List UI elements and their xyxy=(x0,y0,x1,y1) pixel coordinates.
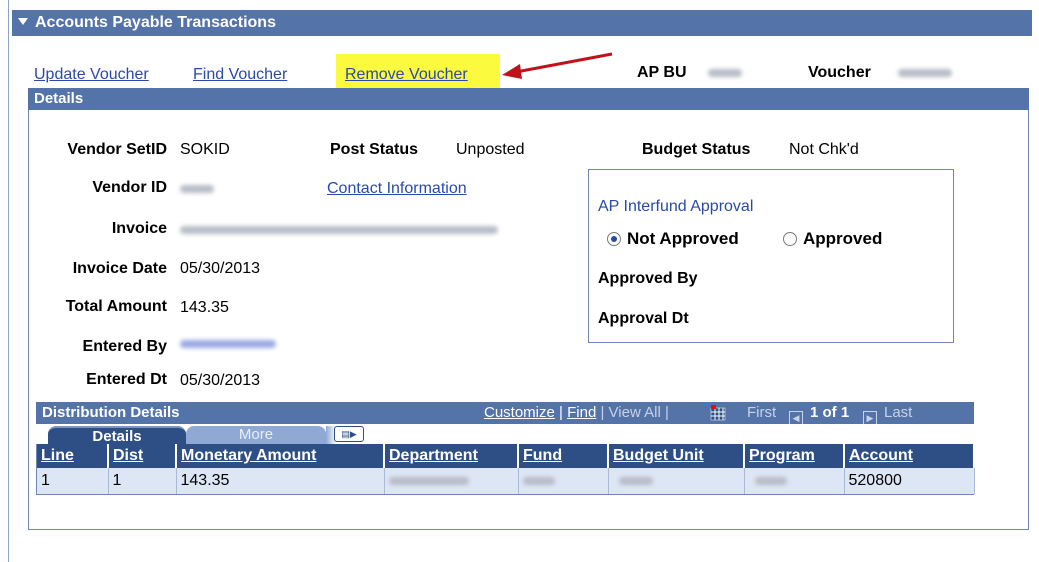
grid-actions: Customize | Find | View All | xyxy=(484,404,669,421)
col-program[interactable]: Program xyxy=(744,444,845,468)
vendor-setid-label: Vendor SetID xyxy=(67,141,167,158)
entered-by-label: Entered By xyxy=(82,338,167,355)
approved-by-label: Approved By xyxy=(598,270,698,287)
interfund-title: AP Interfund Approval xyxy=(598,198,754,215)
annotation-arrow-icon xyxy=(502,52,613,79)
distribution-title: Distribution Details xyxy=(42,404,180,421)
show-all-columns-icon[interactable]: ▤▶ xyxy=(334,426,364,442)
cell-department-redacted xyxy=(384,468,519,494)
invoice-value-redacted xyxy=(180,226,498,234)
view-all-link[interactable]: View All xyxy=(609,404,661,421)
grid-tabs: Details More ▤▶ xyxy=(36,424,974,446)
budget-status-value: Not Chk'd xyxy=(789,141,859,158)
find-voucher-link[interactable]: Find Voucher xyxy=(193,66,287,84)
section-title: Accounts Payable Transactions xyxy=(35,14,276,31)
total-amount-label: Total Amount xyxy=(65,298,167,315)
total-amount-value: 143.35 xyxy=(180,299,229,316)
table-row: 1 1 143.35 520800 xyxy=(37,468,975,494)
cell-budget-unit-redacted xyxy=(608,468,745,494)
col-dist[interactable]: Dist xyxy=(108,444,177,468)
last-label: Last xyxy=(884,404,913,421)
section-header[interactable]: Accounts Payable Transactions xyxy=(12,10,1032,36)
vendor-id-label: Vendor ID xyxy=(92,179,167,196)
col-budget-unit[interactable]: Budget Unit xyxy=(608,444,745,468)
voucher-value-redacted xyxy=(898,69,952,77)
not-approved-option[interactable]: Not Approved xyxy=(607,229,739,249)
update-voucher-link[interactable]: Update Voucher xyxy=(34,66,149,84)
entered-dt-label: Entered Dt xyxy=(86,371,167,388)
col-monetary-amount-link[interactable]: Monetary Amount xyxy=(181,447,316,464)
entered-by-value-redacted[interactable] xyxy=(180,340,276,348)
contact-information-link[interactable]: Contact Information xyxy=(327,180,467,198)
approved-option[interactable]: Approved xyxy=(783,229,882,249)
cell-account: 520800 xyxy=(844,468,975,494)
approved-label: Approved xyxy=(803,229,883,248)
cell-fund-redacted xyxy=(518,468,609,494)
col-department[interactable]: Department xyxy=(384,444,519,468)
cell-program-redacted xyxy=(744,468,845,494)
invoice-label: Invoice xyxy=(111,220,167,237)
tab-details[interactable]: Details xyxy=(48,426,186,446)
remove-voucher-link[interactable]: Remove Voucher xyxy=(345,66,468,84)
col-line-link[interactable]: Line xyxy=(41,447,74,464)
not-approved-label: Not Approved xyxy=(627,229,739,248)
col-program-link[interactable]: Program xyxy=(749,447,815,464)
col-fund-link[interactable]: Fund xyxy=(523,447,562,464)
radio-selected-icon[interactable] xyxy=(607,232,621,246)
row-range: 1 of 1 xyxy=(810,404,850,421)
post-status-label: Post Status xyxy=(330,141,419,158)
distribution-grid: Line Dist Monetary Amount Department Fun… xyxy=(36,444,975,495)
customize-link[interactable]: Customize xyxy=(484,404,555,421)
budget-status-label: Budget Status xyxy=(642,141,751,158)
grid-header-row: Line Dist Monetary Amount Department Fun… xyxy=(37,444,975,468)
col-fund[interactable]: Fund xyxy=(518,444,609,468)
first-label: First xyxy=(747,404,777,421)
collapse-triangle-icon[interactable] xyxy=(18,18,28,25)
vendor-setid-value: SOKID xyxy=(180,141,230,158)
col-dist-link[interactable]: Dist xyxy=(113,447,143,464)
col-monetary-amount[interactable]: Monetary Amount xyxy=(176,444,385,468)
entered-dt-value: 05/30/2013 xyxy=(180,372,261,389)
col-account-link[interactable]: Account xyxy=(849,447,913,464)
find-link[interactable]: Find xyxy=(567,404,596,421)
cell-amount: 143.35 xyxy=(176,468,385,494)
ap-bu-label: AP BU xyxy=(637,64,687,81)
tab-more[interactable]: More xyxy=(186,426,326,444)
col-budget-unit-link[interactable]: Budget Unit xyxy=(613,447,704,464)
voucher-label: Voucher xyxy=(808,64,871,81)
invoice-date-label: Invoice Date xyxy=(72,260,167,277)
col-account[interactable]: Account xyxy=(844,444,975,468)
details-header: Details xyxy=(28,88,1029,110)
download-grid-icon[interactable] xyxy=(710,404,726,421)
vendor-id-value-redacted xyxy=(180,185,214,193)
ap-bu-value-redacted xyxy=(708,69,742,77)
distribution-header: Distribution Details Customize | Find | … xyxy=(36,402,974,425)
distribution-table: Line Dist Monetary Amount Department Fun… xyxy=(37,444,975,494)
col-department-link[interactable]: Department xyxy=(389,447,478,464)
cell-line: 1 xyxy=(37,468,109,494)
col-line[interactable]: Line xyxy=(37,444,109,468)
invoice-date-value: 05/30/2013 xyxy=(180,260,261,277)
radio-unselected-icon[interactable] xyxy=(783,232,797,246)
post-status-value: Unposted xyxy=(456,141,525,158)
approval-dt-label: Approval Dt xyxy=(598,310,689,327)
cell-dist: 1 xyxy=(108,468,177,494)
